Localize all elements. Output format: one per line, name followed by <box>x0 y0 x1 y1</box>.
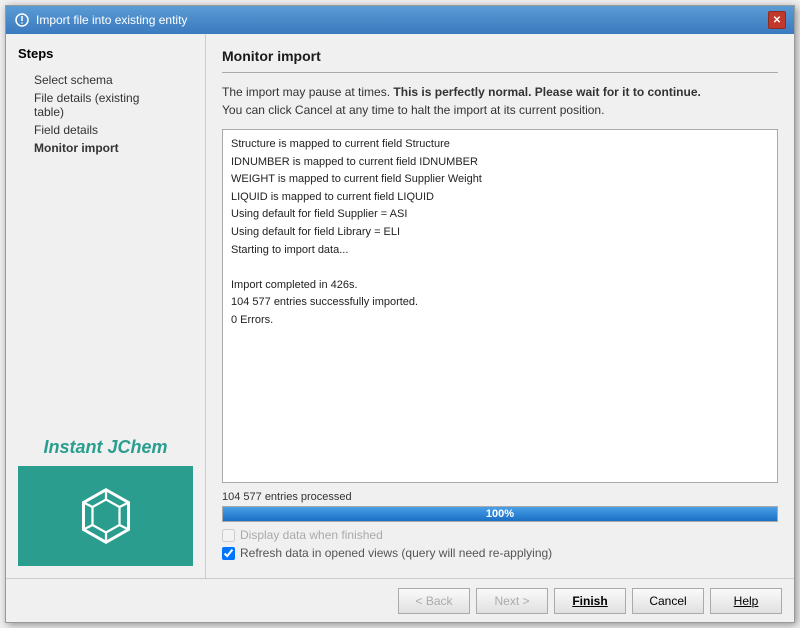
refresh-data-checkbox[interactable] <box>222 547 235 560</box>
log-line: Import completed in 426s. <box>231 277 769 295</box>
panel-title: Monitor import <box>222 48 778 64</box>
refresh-data-label: Refresh data in opened views (query will… <box>240 546 552 560</box>
log-line: Using default for field Supplier = ASI <box>231 206 769 224</box>
display-data-label: Display data when finished <box>240 528 383 542</box>
logo-graphic <box>18 466 193 566</box>
title-bar: Import file into existing entity ✕ <box>6 6 794 34</box>
log-line: WEIGHT is mapped to current field Suppli… <box>231 171 769 189</box>
log-line: 104 577 entries successfully imported. <box>231 294 769 312</box>
cancel-button[interactable]: Cancel <box>632 588 704 614</box>
steps-list: Select schema File details (existingtabl… <box>18 71 193 157</box>
progress-area: 104 577 entries processed 100% Display d… <box>222 491 778 564</box>
logo-hexagon-icon <box>76 486 136 546</box>
back-button[interactable]: < Back <box>398 588 470 614</box>
window-title: Import file into existing entity <box>36 13 187 27</box>
next-button[interactable]: Next > <box>476 588 548 614</box>
log-box: Structure is mapped to current field Str… <box>222 129 778 483</box>
divider <box>222 72 778 73</box>
step-1: Select schema <box>34 71 193 89</box>
step-2: File details (existingtable) <box>34 89 193 121</box>
log-line: Structure is mapped to current field Str… <box>231 136 769 154</box>
display-data-row: Display data when finished <box>222 528 778 542</box>
content-area: Steps Select schema File details (existi… <box>6 34 794 578</box>
finish-button[interactable]: Finish <box>554 588 626 614</box>
info-text: The import may pause at times. This is p… <box>222 83 778 119</box>
step-4: Monitor import <box>34 139 193 157</box>
progress-label: 104 577 entries processed <box>222 491 778 503</box>
log-line: Using default for field Library = ELI <box>231 224 769 242</box>
dialog: Import file into existing entity ✕ Steps… <box>5 5 795 623</box>
progress-bar-text: 100% <box>223 507 777 521</box>
info-line1-normal: The import may pause at times. <box>222 85 390 99</box>
info-line2: You can click Cancel at any time to halt… <box>222 103 604 117</box>
main-panel: Monitor import The import may pause at t… <box>206 34 794 578</box>
sidebar-logo-area: Instant JChem <box>18 157 193 566</box>
display-data-checkbox[interactable] <box>222 529 235 542</box>
log-line: 0 Errors. <box>231 312 769 330</box>
info-line1-bold: This is perfectly normal. Please wait fo… <box>393 85 700 99</box>
steps-title: Steps <box>18 46 193 61</box>
progress-bar: 100% <box>222 506 778 522</box>
refresh-data-row: Refresh data in opened views (query will… <box>222 546 778 560</box>
close-button[interactable]: ✕ <box>768 11 786 29</box>
log-line: IDNUMBER is mapped to current field IDNU… <box>231 154 769 172</box>
log-line: LIQUID is mapped to current field LIQUID <box>231 189 769 207</box>
step-3: Field details <box>34 121 193 139</box>
help-button[interactable]: Help <box>710 588 782 614</box>
button-bar: < Back Next > Finish Cancel Help <box>6 578 794 622</box>
window-icon <box>14 12 30 28</box>
sidebar: Steps Select schema File details (existi… <box>6 34 206 578</box>
logo-text: Instant JChem <box>18 437 193 466</box>
log-line: Starting to import data... <box>231 242 769 260</box>
